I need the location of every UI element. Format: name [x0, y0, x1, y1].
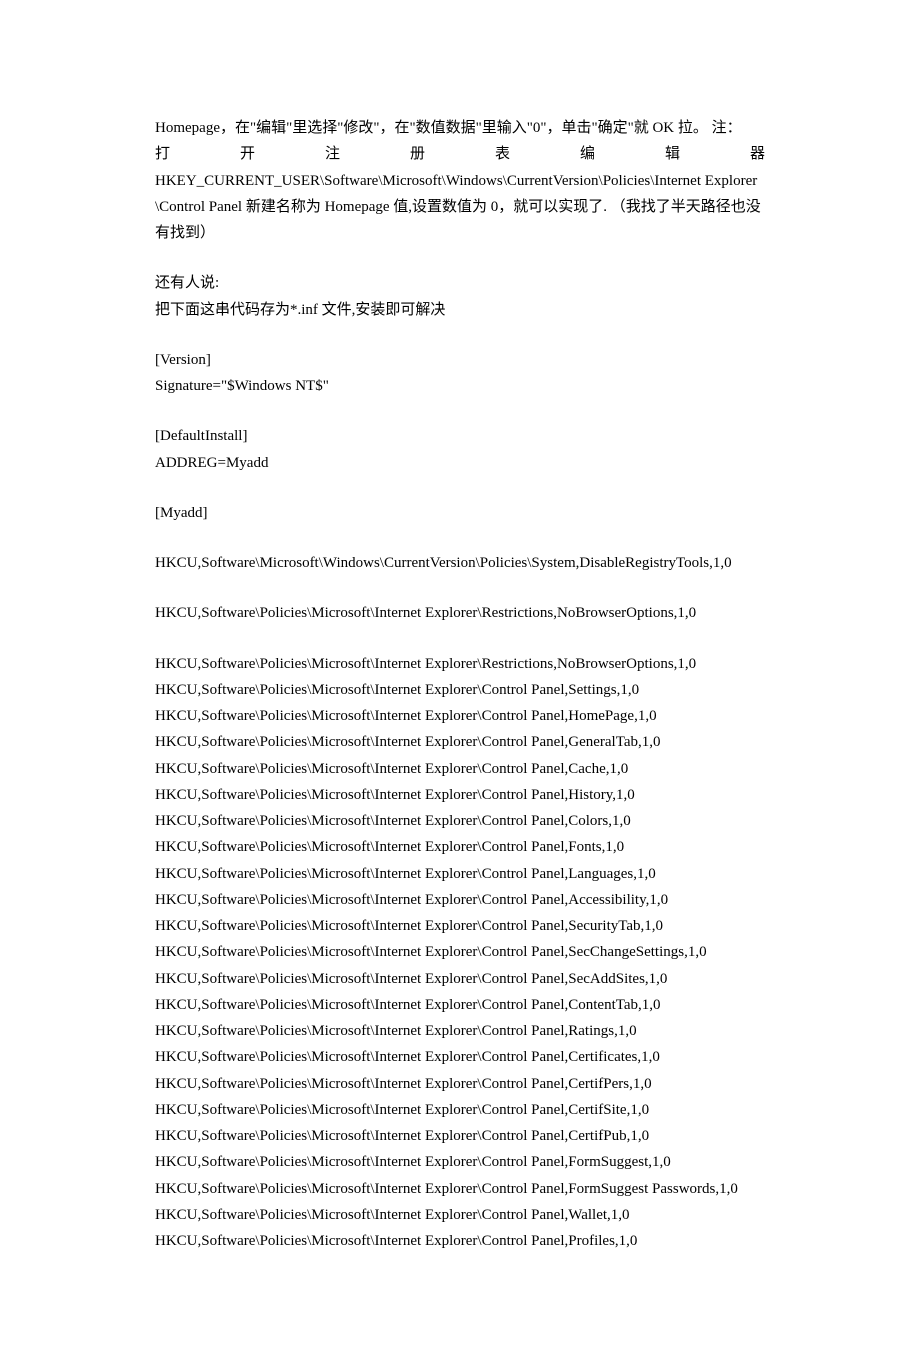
paragraph-also-say: 还有人说: [155, 270, 765, 296]
code-line: HKCU,Software\Policies\Microsoft\Interne… [155, 651, 765, 677]
code-line: HKCU,Software\Policies\Microsoft\Interne… [155, 834, 765, 860]
code-line: HKCU,Software\Policies\Microsoft\Interne… [155, 992, 765, 1018]
code-line: HKCU,Software\Policies\Microsoft\Interne… [155, 939, 765, 965]
code-line: HKCU,Software\Policies\Microsoft\Interne… [155, 677, 765, 703]
code-line: HKCU,Software\Policies\Microsoft\Interne… [155, 1097, 765, 1123]
code-line: HKCU,Software\Policies\Microsoft\Interne… [155, 703, 765, 729]
code-line: HKCU,Software\Policies\Microsoft\Interne… [155, 808, 765, 834]
document-page: Homepage，在"编辑"里选择"修改"，在"数值数据"里输入"0"，单击"确… [0, 0, 920, 1354]
code-line: ADDREG=Myadd [155, 450, 765, 476]
paragraph-save-inf: 把下面这串代码存为*.inf 文件,安装即可解决 [155, 297, 765, 323]
code-line: HKCU,Software\Policies\Microsoft\Interne… [155, 861, 765, 887]
code-line: HKCU,Software\Policies\Microsoft\Interne… [155, 1044, 765, 1070]
code-line: HKCU,Software\Policies\Microsoft\Interne… [155, 1149, 765, 1175]
code-line: HKCU,Software\Policies\Microsoft\Interne… [155, 756, 765, 782]
code-line: HKCU,Software\Policies\Microsoft\Interne… [155, 913, 765, 939]
code-line: HKCU,Software\Policies\Microsoft\Interne… [155, 600, 765, 626]
code-line: HKCU,Software\Policies\Microsoft\Interne… [155, 1018, 765, 1044]
code-line: HKCU,Software\Policies\Microsoft\Interne… [155, 966, 765, 992]
blank-line [155, 246, 765, 270]
code-line: HKCU,Software\Policies\Microsoft\Interne… [155, 887, 765, 913]
blank-line [155, 576, 765, 600]
blank-line [155, 399, 765, 423]
code-line: HKCU,Software\Policies\Microsoft\Interne… [155, 1071, 765, 1097]
blank-line [155, 627, 765, 651]
code-line: HKCU,Software\Policies\Microsoft\Interne… [155, 1123, 765, 1149]
blank-line [155, 323, 765, 347]
blank-line [155, 526, 765, 550]
code-line: [DefaultInstall] [155, 423, 765, 449]
blank-line [155, 476, 765, 500]
code-line: HKCU,Software\Policies\Microsoft\Interne… [155, 1176, 765, 1202]
code-line: HKCU,Software\Microsoft\Windows\CurrentV… [155, 550, 765, 576]
code-line: Signature="$Windows NT$" [155, 373, 765, 399]
code-line: HKCU,Software\Policies\Microsoft\Interne… [155, 1228, 765, 1254]
paragraph-intro-b: 打开注册表编辑器 [155, 141, 765, 167]
code-line: HKCU,Software\Policies\Microsoft\Interne… [155, 782, 765, 808]
code-line: HKCU,Software\Policies\Microsoft\Interne… [155, 1202, 765, 1228]
code-line: HKCU,Software\Policies\Microsoft\Interne… [155, 729, 765, 755]
paragraph-intro-c: HKEY_CURRENT_USER\Software\Microsoft\Win… [155, 168, 765, 247]
paragraph-intro-a: Homepage，在"编辑"里选择"修改"，在"数值数据"里输入"0"，单击"确… [155, 115, 765, 141]
code-line: [Myadd] [155, 500, 765, 526]
code-line: [Version] [155, 347, 765, 373]
